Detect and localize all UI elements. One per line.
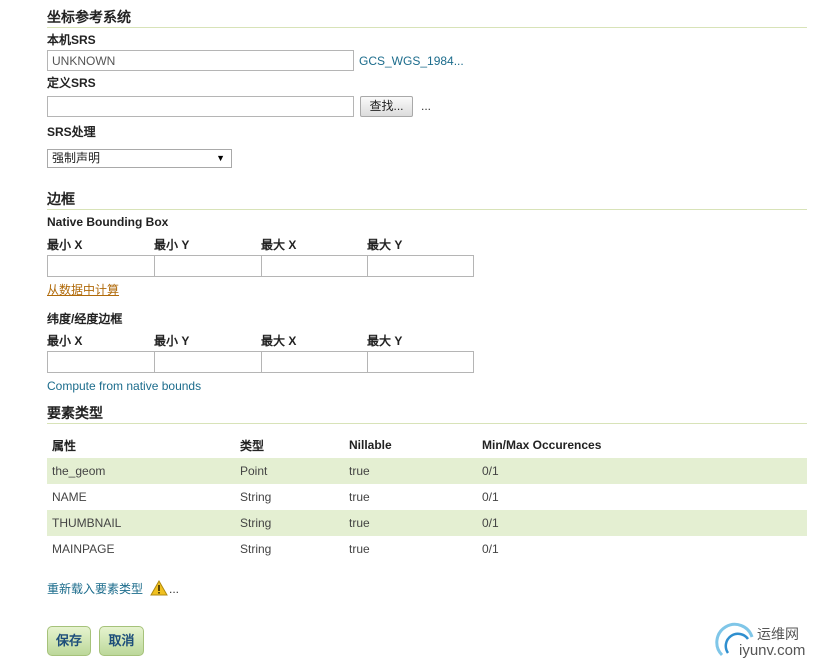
srs-handling-selected: 强制声明	[52, 151, 101, 165]
feature-type-table: 属性 类型 Nillable Min/Max Occurences the_ge…	[47, 432, 807, 562]
table-row: NAME String true 0/1	[47, 484, 807, 510]
native-srs-label: 本机SRS	[47, 33, 96, 47]
latlon-miny-label: 最小 Y	[154, 334, 190, 348]
declared-srs-label: 定义SRS	[47, 76, 96, 90]
cell-attribute: the_geom	[47, 458, 235, 484]
declared-srs-ellipsis: ...	[421, 99, 432, 113]
cell-attribute: NAME	[52, 490, 87, 504]
cell-attribute: MAINPAGE	[52, 542, 115, 556]
save-button[interactable]: 保存	[47, 626, 91, 656]
cell-occurrences: 0/1	[477, 510, 807, 536]
cell-type: String	[235, 510, 344, 536]
native-minx-input[interactable]	[47, 255, 155, 277]
cell-type: String	[240, 490, 272, 504]
latlon-minx-label: 最小 X	[47, 334, 83, 348]
latlon-miny-input[interactable]	[154, 351, 262, 373]
header-occurrences: Min/Max Occurences	[482, 438, 602, 452]
table-row: THUMBNAIL String true 0/1	[47, 510, 807, 536]
cancel-button[interactable]: 取消	[99, 626, 144, 656]
watermark-line1: 运维网	[757, 626, 799, 642]
latlon-bbox-label: 纬度/经度边框	[47, 312, 123, 326]
srs-handling-label: SRS处理	[47, 125, 96, 139]
cell-nillable: true	[349, 490, 370, 504]
native-minx-label: 最小 X	[47, 238, 83, 252]
chevron-down-icon: ▼	[216, 153, 225, 163]
cell-nillable: true	[344, 458, 477, 484]
native-srs-link[interactable]: GCS_WGS_1984...	[359, 54, 464, 68]
native-bbox-label: Native Bounding Box	[47, 215, 169, 229]
native-miny-label: 最小 Y	[154, 238, 190, 252]
srs-handling-select[interactable]: 强制声明 ▼	[47, 149, 232, 168]
cell-occurrences: 0/1	[482, 542, 499, 556]
native-miny-input[interactable]	[154, 255, 262, 277]
table-header-row: 属性 类型 Nillable Min/Max Occurences	[47, 432, 807, 458]
header-attribute: 属性	[52, 438, 77, 453]
reload-ellipsis: ...	[169, 582, 180, 596]
cell-nillable: true	[344, 510, 477, 536]
compute-from-data-link[interactable]: 从数据中计算	[47, 283, 119, 297]
native-maxy-input[interactable]	[367, 255, 474, 277]
header-type: 类型	[240, 438, 265, 453]
crs-section-title: 坐标参考系统	[47, 9, 807, 28]
native-maxx-input[interactable]	[261, 255, 368, 277]
cell-occurrences: 0/1	[477, 458, 807, 484]
compute-from-native-link[interactable]: Compute from native bounds	[47, 379, 201, 393]
header-nillable: Nillable	[349, 438, 392, 452]
feature-type-section-title: 要素类型	[47, 405, 807, 424]
bbox-section-title: 边框	[47, 191, 807, 210]
cell-attribute: THUMBNAIL	[47, 510, 235, 536]
cell-type: Point	[235, 458, 344, 484]
latlon-minx-input[interactable]	[47, 351, 155, 373]
watermark-line2: iyunv.com	[739, 642, 806, 659]
cell-occurrences: 0/1	[482, 490, 499, 504]
native-maxy-label: 最大 Y	[367, 238, 403, 252]
latlon-maxy-label: 最大 Y	[367, 334, 403, 348]
cell-type: String	[240, 542, 272, 556]
latlon-maxx-label: 最大 X	[261, 334, 297, 348]
table-row: MAINPAGE String true 0/1	[47, 536, 807, 562]
find-srs-button[interactable]: 查找...	[360, 96, 413, 117]
table-row: the_geom Point true 0/1	[47, 458, 807, 484]
warning-icon	[150, 579, 168, 601]
cell-nillable: true	[349, 542, 370, 556]
latlon-maxx-input[interactable]	[261, 351, 368, 373]
declared-srs-input[interactable]	[47, 96, 354, 117]
latlon-maxy-input[interactable]	[367, 351, 474, 373]
native-srs-input[interactable]	[47, 50, 354, 71]
reload-feature-type-link[interactable]: 重新载入要素类型	[47, 582, 143, 596]
native-maxx-label: 最大 X	[261, 238, 297, 252]
